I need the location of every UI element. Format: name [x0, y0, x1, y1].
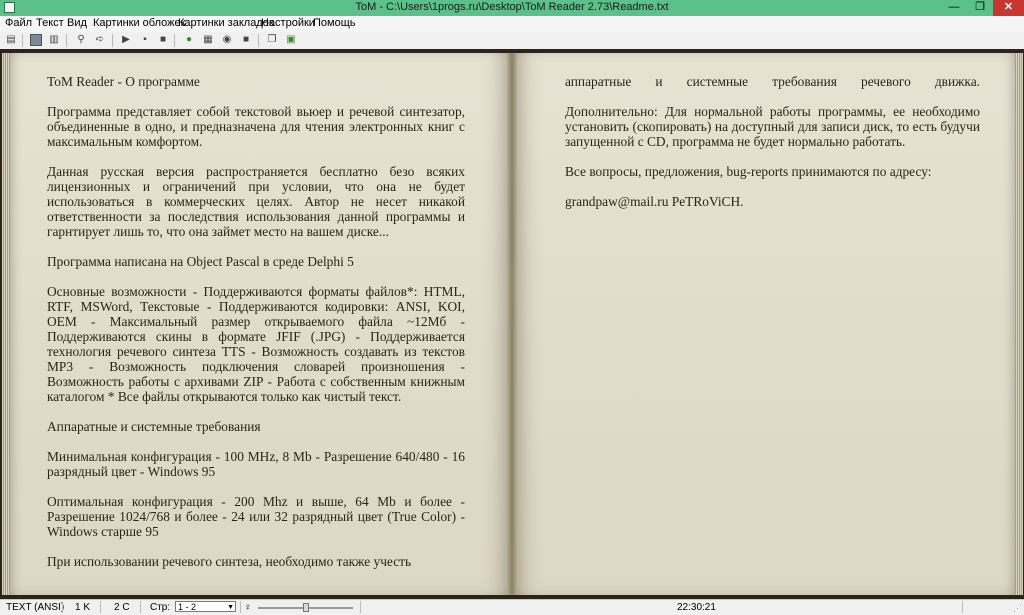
paragraph: grandpaw@mail.ru PeTRoViCH.	[565, 194, 744, 209]
paragraph: Все вопросы, предложения, bug-reports пр…	[565, 164, 932, 179]
find-icon[interactable]: ⚲	[75, 34, 87, 46]
paragraph: Аппаратные и системные требования	[47, 419, 261, 434]
voice-icon[interactable]: ◉	[221, 34, 233, 46]
paragraph: ToM Reader - О программе	[47, 74, 200, 89]
status-bar: TEXT (ANSI) 1 K 2 C Стр: 1 - 2 ▼ ♀ 22:30…	[0, 599, 1024, 615]
maximize-button[interactable]: ❐	[967, 0, 993, 16]
bookmark-icon[interactable]: ▦	[202, 34, 214, 46]
paragraph: При использовании речевого синтеза, необ…	[47, 554, 412, 569]
record-icon[interactable]: ■	[240, 34, 252, 46]
find-next-icon[interactable]: ➪	[94, 34, 106, 46]
toolbar-separator	[66, 34, 67, 47]
book-spine	[507, 53, 517, 595]
speech-icon[interactable]: ●	[183, 34, 195, 46]
page-label: Стр:	[150, 602, 171, 613]
toolbar-separator	[22, 34, 23, 47]
left-page-edges	[2, 53, 10, 595]
book-icon[interactable]	[30, 34, 42, 46]
toolbar-separator	[112, 34, 113, 47]
stop-icon[interactable]: ■	[157, 34, 169, 46]
menu-bar: Файл Текст Вид Картинки обложек Картинки…	[0, 16, 1024, 32]
menu-settings[interactable]: Настройки	[261, 17, 315, 29]
menu-view[interactable]: Вид	[67, 17, 87, 29]
window-title: ToM - C:\Users\1progs.ru\Desktop\ToM Rea…	[355, 1, 669, 13]
toolbar-separator	[174, 34, 175, 47]
open-icon[interactable]: ▤	[5, 34, 17, 46]
right-page-text: аппаратные и системные требования речево…	[565, 74, 980, 224]
volume-slider-thumb[interactable]	[302, 603, 309, 612]
chevron-down-icon[interactable]: ▼	[227, 602, 234, 613]
status-separator	[360, 601, 361, 613]
menu-bookmark-pictures[interactable]: Картинки закладок	[178, 17, 274, 29]
char-count-label: 2 C	[114, 602, 130, 613]
status-separator	[140, 601, 141, 613]
right-page-edges	[1015, 53, 1023, 595]
paragraph: Минимальная конфигурация - 100 MHz, 8 Mb…	[47, 449, 465, 479]
window-icon[interactable]: ❐	[266, 34, 278, 46]
paragraph: Данная русская версия распространяется б…	[47, 164, 465, 239]
paragraph: Программа написана на Object Pascal в ср…	[47, 254, 354, 269]
paragraph: Оптимальная конфигурация - 200 Mhz и выш…	[47, 494, 465, 539]
toolbar-separator	[258, 34, 259, 47]
file-size-label: 1 K	[75, 602, 91, 613]
status-separator	[100, 601, 101, 613]
resize-grip-icon[interactable]: ⋰	[1013, 603, 1022, 614]
status-separator	[62, 601, 63, 613]
menu-text[interactable]: Текст	[36, 17, 64, 29]
minimize-button[interactable]: —	[941, 0, 967, 16]
paragraph: Основные возможности - Поддерживаются фо…	[47, 284, 465, 404]
page-select[interactable]: 1 - 2 ▼	[175, 601, 236, 612]
encoding-label: TEXT (ANSI)	[6, 602, 65, 613]
close-button[interactable]: ✕	[993, 0, 1024, 16]
left-page-text: ToM Reader - О программе Программа предс…	[47, 74, 465, 584]
paragraph: аппаратные и системные требования речево…	[565, 74, 980, 89]
paragraph: Программа представляет собой текстовой в…	[47, 104, 465, 149]
export-icon[interactable]: ▣	[285, 34, 297, 46]
page-select-value: 1 - 2	[178, 602, 197, 612]
toolbar: ▤ ▥ ⚲ ➪ ▶ ▪ ■ ● ▦ ◉ ■ ❐ ▣	[0, 32, 1024, 50]
paragraph: Дополнительно: Для нормальной работы про…	[565, 104, 980, 149]
menu-cover-pictures[interactable]: Картинки обложек	[93, 17, 185, 29]
pause-icon[interactable]: ▪	[139, 34, 151, 46]
status-separator	[962, 601, 963, 613]
menu-file[interactable]: Файл	[5, 17, 32, 29]
clock-label: 22:30:21	[677, 602, 716, 613]
play-icon[interactable]: ▶	[120, 34, 132, 46]
document-icon[interactable]: ▥	[48, 34, 60, 46]
menu-help[interactable]: Помощь	[313, 17, 356, 29]
title-bar: ToM - C:\Users\1progs.ru\Desktop\ToM Rea…	[0, 0, 1024, 16]
status-separator	[240, 601, 241, 613]
lightbulb-icon: ♀	[244, 602, 252, 613]
